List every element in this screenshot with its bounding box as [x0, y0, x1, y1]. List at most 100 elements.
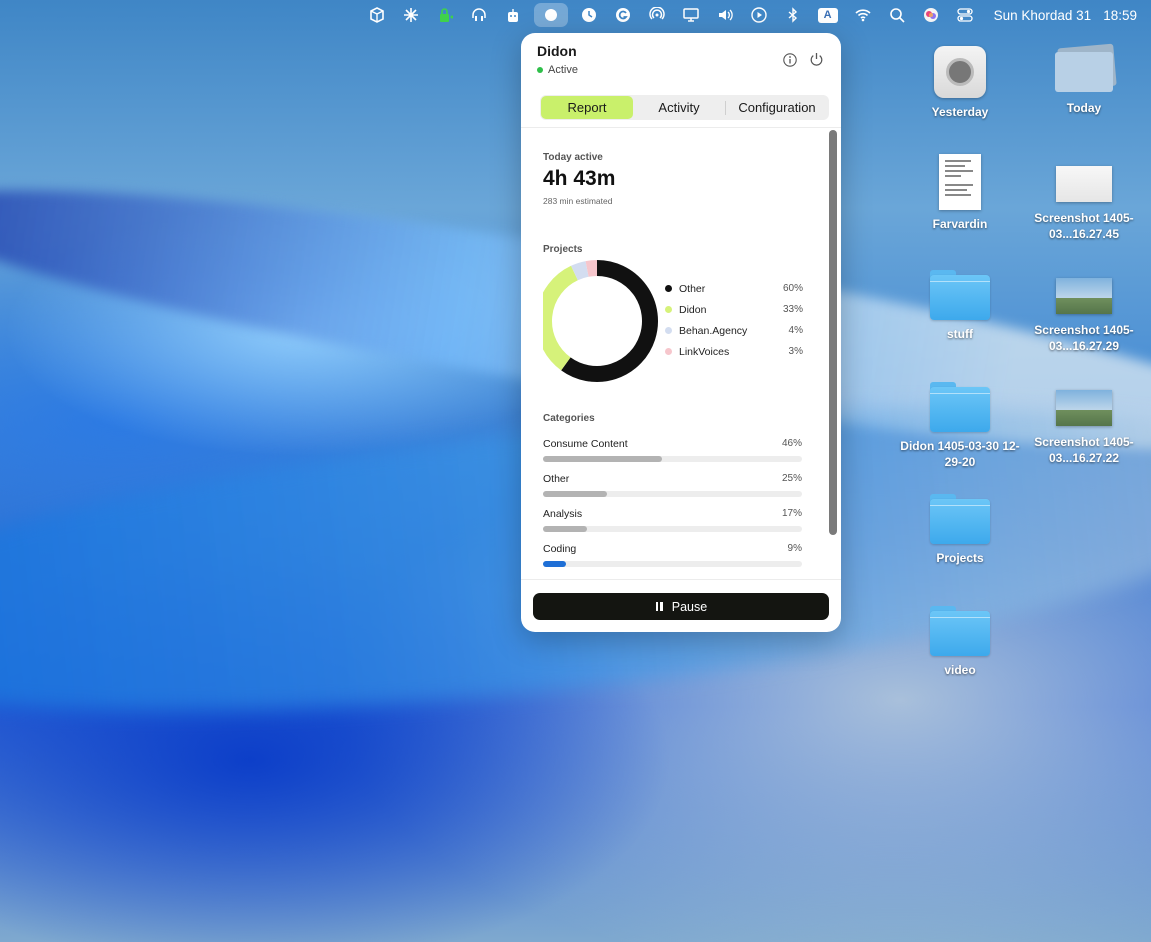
- category-percent: 17%: [781, 508, 802, 519]
- scrollbar[interactable]: [828, 130, 837, 578]
- status-dot-icon: [537, 67, 543, 73]
- legend-percent: 33%: [782, 304, 803, 315]
- desktop-item-label: Screenshot 1405-03...16.27.45: [1034, 211, 1134, 241]
- input-source-icon[interactable]: A: [817, 7, 838, 23]
- document-icon: [939, 154, 981, 210]
- power-icon[interactable]: [809, 52, 824, 67]
- folder-icon: [930, 606, 990, 656]
- legend-label: Other: [679, 282, 706, 295]
- tab-bar: Report Activity Configuration: [540, 95, 829, 120]
- donut-segment-behan-agency: [571, 261, 589, 281]
- clock-icon[interactable]: [580, 6, 598, 24]
- siri-icon[interactable]: [922, 6, 940, 24]
- bluetooth-icon[interactable]: [784, 6, 802, 24]
- disk-image-icon: [934, 46, 986, 98]
- desktop-item-yesterday[interactable]: Yesterday: [900, 46, 1020, 120]
- pause-icon: [655, 602, 664, 611]
- legend-percent: 4%: [788, 325, 803, 336]
- image-stack-icon: [1055, 43, 1117, 92]
- legend-dot-icon: [665, 285, 672, 292]
- desktop-item-label: video: [944, 663, 976, 677]
- category-label: Other: [543, 473, 570, 485]
- category-progress-bar: [543, 491, 802, 497]
- desktop-item-farvardin[interactable]: Farvardin: [900, 154, 1020, 232]
- donut-segment-didon: [543, 265, 579, 371]
- legend-dot-icon: [665, 306, 672, 313]
- projects-donut-chart: [543, 260, 658, 382]
- didon-status-icon[interactable]: [533, 3, 568, 27]
- play-icon[interactable]: [750, 6, 768, 24]
- scrollbar-thumb[interactable]: [829, 130, 837, 535]
- donut-segment-linkvoices: [585, 260, 598, 277]
- tab-activity[interactable]: Activity: [633, 96, 725, 119]
- category-progress-fill: [543, 526, 587, 532]
- category-item: Coding 9%: [543, 543, 802, 567]
- category-item: Other 25%: [543, 473, 802, 497]
- tab-report[interactable]: Report: [541, 96, 633, 119]
- folder-icon: [930, 382, 990, 432]
- category-progress-fill: [543, 561, 567, 567]
- category-label: Coding: [543, 543, 577, 555]
- legend-percent: 60%: [782, 283, 803, 294]
- info-icon[interactable]: [783, 53, 797, 67]
- status-text: Active: [548, 64, 578, 76]
- screenshot-thumbnail-icon: [1056, 278, 1112, 314]
- legend-item: LinkVoices 3%: [665, 341, 803, 362]
- legend-item: Other 60%: [665, 278, 803, 299]
- desktop-item-today[interactable]: Today: [1024, 43, 1144, 116]
- category-progress-bar: [543, 456, 802, 462]
- desktop-item-label: Screenshot 1405-03...16.27.29: [1034, 323, 1134, 353]
- category-item: Consume Content 46%: [543, 438, 802, 462]
- grammarly-icon[interactable]: [614, 6, 632, 24]
- tab-configuration[interactable]: Configuration: [726, 96, 828, 119]
- divider: [521, 579, 841, 580]
- sparkle-icon[interactable]: [402, 6, 420, 24]
- desktop-item-projects[interactable]: Projects: [900, 494, 1020, 566]
- categories-label: Categories: [543, 413, 595, 424]
- airdrop-icon[interactable]: [648, 6, 666, 24]
- projects-label: Projects: [543, 244, 583, 255]
- display-icon[interactable]: [682, 6, 700, 24]
- desktop-item-label: Didon 1405-03-30 12-29-20: [900, 439, 1020, 469]
- legend-label: Behan.Agency: [679, 324, 748, 337]
- desktop-item-didon-folder[interactable]: Didon 1405-03-30 12-29-20: [900, 382, 1020, 470]
- report-content[interactable]: Today active 4h 43m 283 min estimated Pr…: [543, 128, 803, 613]
- headphones-icon[interactable]: [470, 6, 488, 24]
- today-active-label: Today active: [543, 152, 603, 163]
- category-label: Consume Content: [543, 438, 628, 450]
- legend-item: Didon 33%: [665, 299, 803, 320]
- didon-popover: Didon Active Report Activity Configurati…: [521, 33, 841, 632]
- desktop-item-stuff[interactable]: stuff: [900, 270, 1020, 342]
- desktop-item-video[interactable]: video: [900, 606, 1020, 678]
- category-percent: 46%: [781, 438, 802, 449]
- donut-segment-other: [561, 260, 658, 382]
- desktop-item-label: stuff: [947, 327, 973, 341]
- screenshot-thumbnail-icon: [1056, 166, 1112, 202]
- search-icon[interactable]: [888, 6, 906, 24]
- robot-icon[interactable]: [504, 6, 522, 24]
- lock-icon[interactable]: [436, 6, 454, 24]
- category-progress-bar: [543, 526, 802, 532]
- desktop-item-screenshot-2[interactable]: Screenshot 1405-03...16.27.29: [1024, 266, 1144, 354]
- box-icon[interactable]: [368, 6, 386, 24]
- today-estimated-text: 283 min estimated: [543, 196, 613, 206]
- folder-icon: [930, 494, 990, 544]
- volume-icon[interactable]: [716, 6, 734, 24]
- wifi-icon[interactable]: [854, 6, 872, 24]
- desktop-item-screenshot-1[interactable]: Screenshot 1405-03...16.27.45: [1024, 154, 1144, 242]
- menubar-time[interactable]: 18:59: [1103, 8, 1137, 23]
- desktop-item-screenshot-3[interactable]: Screenshot 1405-03...16.27.22: [1024, 378, 1144, 466]
- control-center-icon[interactable]: [956, 6, 974, 24]
- desktop-item-label: Farvardin: [932, 217, 988, 231]
- legend-label: Didon: [679, 303, 707, 316]
- legend-percent: 3%: [788, 346, 803, 357]
- legend-label: LinkVoices: [679, 345, 730, 358]
- projects-legend: Other 60% Didon 33% Behan.Agency 4% LinkVoices…: [665, 278, 803, 362]
- folder-icon: [930, 270, 990, 320]
- pause-button[interactable]: Pause: [533, 593, 829, 620]
- status-indicator: Active: [537, 64, 578, 76]
- legend-dot-icon: [665, 348, 672, 355]
- desktop-item-label: Today: [1066, 101, 1102, 115]
- category-progress-fill: [543, 491, 608, 497]
- menubar-date[interactable]: Sun Khordad 31: [994, 8, 1092, 23]
